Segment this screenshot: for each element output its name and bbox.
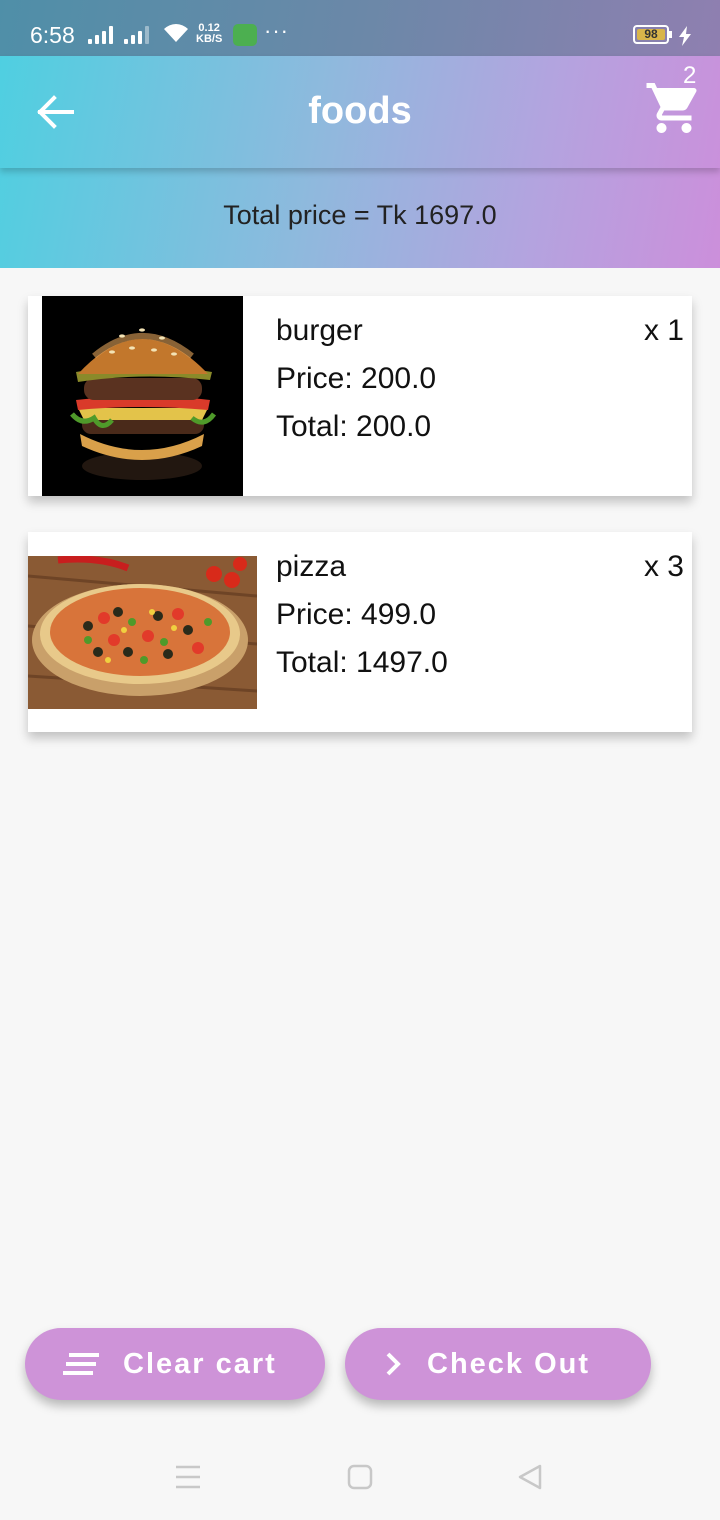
item-price: Price: 200.0 bbox=[276, 362, 437, 395]
clear-all-icon bbox=[63, 1352, 99, 1376]
wifi-icon bbox=[164, 24, 188, 42]
app-bar: foods 2 bbox=[0, 56, 720, 168]
status-bar: 6:58 0.12 KB/S ··· 98 bbox=[0, 0, 720, 56]
network-speed: 0.12 KB/S bbox=[196, 22, 223, 45]
item-quantity: x 3 bbox=[643, 550, 684, 583]
item-name: burger bbox=[276, 314, 363, 347]
menu-icon[interactable] bbox=[174, 1464, 202, 1490]
checkout-label: Check Out bbox=[427, 1347, 591, 1380]
chevron-right-icon bbox=[383, 1351, 403, 1377]
page-title: foods bbox=[308, 90, 412, 132]
cart-count-badge: 2 bbox=[683, 62, 697, 89]
notification-app-icon bbox=[233, 24, 257, 46]
battery-level: 98 bbox=[637, 28, 665, 40]
battery-icon: 98 bbox=[633, 25, 669, 44]
checkout-button[interactable]: Check Out bbox=[345, 1328, 651, 1400]
cell-signal-2-icon bbox=[124, 26, 149, 44]
cart-item-card[interactable]: pizza Price: 499.0 Total: 1497.0 x 3 bbox=[28, 532, 692, 732]
back-nav-icon[interactable] bbox=[516, 1463, 544, 1491]
home-icon[interactable] bbox=[347, 1464, 373, 1490]
item-total: Total: 200.0 bbox=[276, 410, 432, 443]
battery-tip bbox=[669, 31, 672, 38]
clear-cart-label: Clear cart bbox=[123, 1347, 277, 1380]
more-notifications-icon: ··· bbox=[264, 18, 289, 43]
total-price: Total price = Tk 1697.0 bbox=[223, 200, 497, 230]
item-total: Total: 1497.0 bbox=[276, 646, 448, 679]
cell-signal-icon bbox=[88, 26, 113, 44]
system-nav-bar bbox=[0, 1440, 720, 1520]
item-price: Price: 499.0 bbox=[276, 598, 437, 631]
charging-icon bbox=[679, 26, 691, 46]
burger-image bbox=[42, 296, 243, 496]
item-name: pizza bbox=[276, 550, 347, 583]
status-time: 6:58 bbox=[30, 22, 75, 48]
pizza-image bbox=[28, 556, 257, 709]
item-quantity: x 1 bbox=[643, 314, 684, 347]
cart-item-card[interactable]: burger Price: 200.0 Total: 200.0 x 1 bbox=[28, 296, 692, 496]
clear-cart-button[interactable]: Clear cart bbox=[25, 1328, 325, 1400]
